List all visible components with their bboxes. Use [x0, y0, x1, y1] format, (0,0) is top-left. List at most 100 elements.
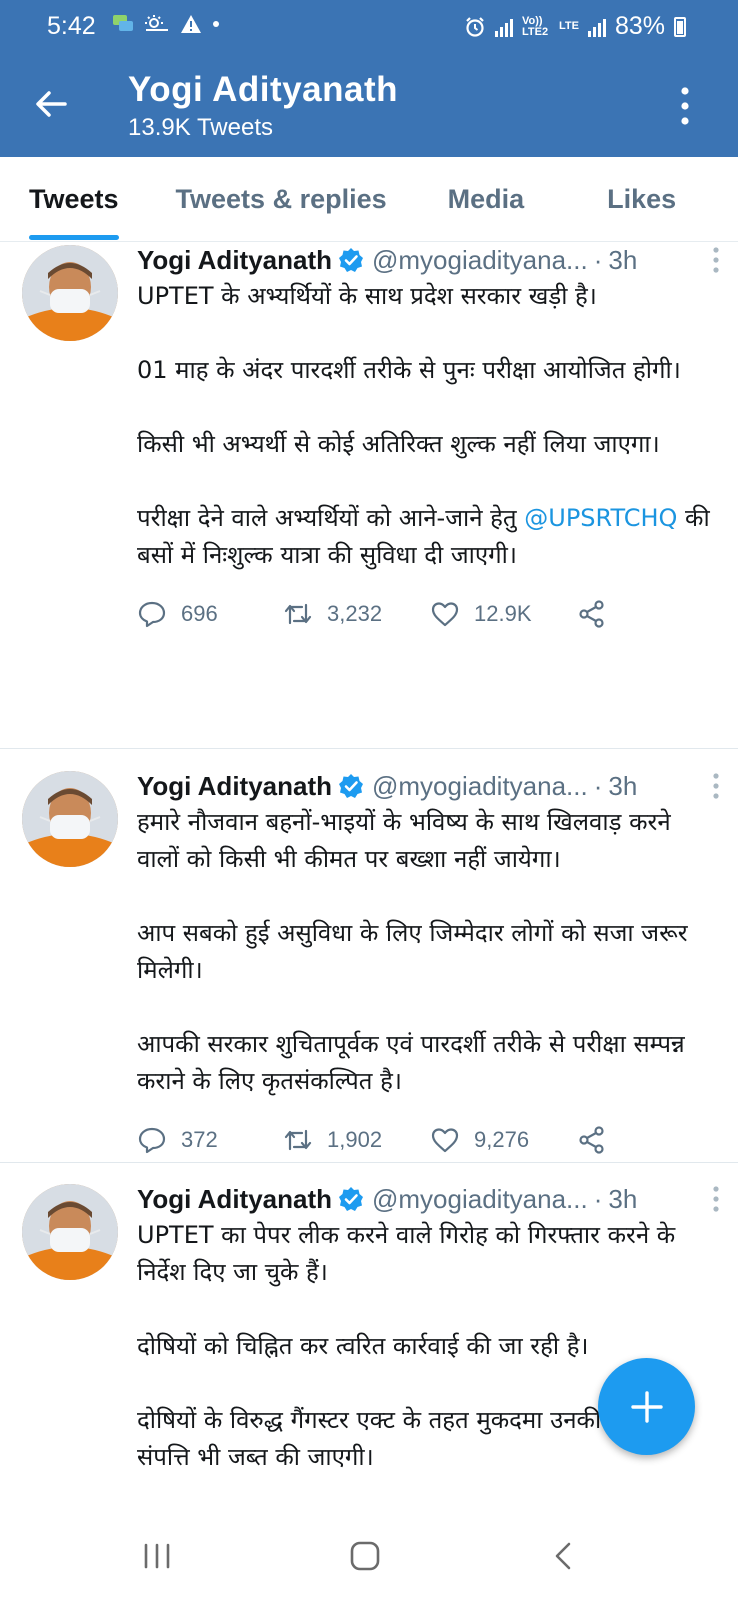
- tweet-text: UPTET के अभ्यर्थियों के साथ प्रदेश सरकार…: [137, 278, 714, 574]
- plus-icon: [630, 1390, 663, 1423]
- verified-badge-icon: [339, 1187, 363, 1211]
- status-notification-icons: [112, 14, 220, 34]
- more-vertical-icon[interactable]: [680, 86, 690, 126]
- recents-icon: [144, 1543, 170, 1569]
- avatar[interactable]: [22, 245, 118, 341]
- separator-dot: ·: [593, 1183, 603, 1214]
- alert-icon: [181, 15, 201, 33]
- signal-icon: [494, 17, 513, 37]
- tweet-paragraph: किसी भी अभ्यर्थी से कोई अतिरिक्त शुल्क न…: [137, 430, 660, 458]
- tweet-paragraph: परीक्षा देने वाले अभ्यर्थियों को आने-जान…: [137, 500, 714, 574]
- nav-recents-button[interactable]: [97, 1512, 217, 1600]
- tweet-paragraph: हमारे नौजवान बहनों-भाइयों के भविष्य के स…: [137, 808, 671, 873]
- tab-tweets[interactable]: Tweets: [29, 157, 119, 242]
- retweet-count: 1,902: [327, 1127, 383, 1152]
- verified-badge-icon: [339, 248, 363, 272]
- message-notification-icon: [113, 15, 133, 31]
- back-icon: [555, 1542, 571, 1570]
- tab-likes-label: Likes: [607, 184, 677, 214]
- tweet-body: Yogi Adityanath @myogiadityana... · 3h U…: [137, 242, 719, 646]
- tweet-count: 13.9K Tweets: [128, 114, 273, 141]
- separator-dot: ·: [593, 770, 603, 801]
- signal-icon-2: [587, 17, 606, 37]
- tweet-more-icon[interactable]: [712, 1185, 720, 1213]
- tweet-actions: 696 3,232 12.9K: [137, 582, 714, 646]
- tweet-paragraph: UPTET के अभ्यर्थियों के साथ प्रदेश सरकार…: [137, 282, 597, 310]
- tab-media[interactable]: Media: [448, 157, 525, 242]
- retweet-icon: [284, 1129, 312, 1151]
- tweet-paragraph: आप सबको हुई असुविधा के लिए जिम्मेदार लोग…: [137, 919, 688, 984]
- tweet-item[interactable]: Yogi Adityanath @myogiadityana... · 3h U…: [0, 242, 738, 749]
- tweet-author-handle[interactable]: @myogiadityana...: [372, 771, 588, 802]
- nav-home-button[interactable]: [305, 1512, 425, 1600]
- tab-active-indicator: [29, 235, 119, 240]
- share-icon: [579, 1126, 604, 1154]
- weather-icon: [145, 15, 168, 31]
- reply-button[interactable]: 696: [137, 599, 283, 629]
- volte-label: Vo)) LTE2: [521, 14, 549, 38]
- tweet-timestamp[interactable]: 3h: [608, 245, 637, 276]
- tweet-timestamp[interactable]: 3h: [608, 1184, 637, 1215]
- compose-tweet-button[interactable]: [598, 1358, 695, 1455]
- battery-percent: 83%: [614, 12, 665, 40]
- tweet-paragraph: दोषियों को चिह्नित कर त्वरित कार्रवाई की…: [137, 1332, 589, 1360]
- tweet-author-name[interactable]: Yogi Adityanath: [137, 245, 332, 276]
- share-button[interactable]: [577, 599, 621, 629]
- tweet-author-name[interactable]: Yogi Adityanath: [137, 1184, 332, 1215]
- like-button[interactable]: 9,276: [430, 1125, 577, 1155]
- avatar-image: [22, 771, 118, 867]
- retweet-count: 3,232: [327, 601, 383, 626]
- tab-tweets-replies[interactable]: Tweets & replies: [176, 157, 387, 242]
- battery-icon: [674, 16, 686, 37]
- tweet-paragraph: UPTET का पेपर लीक करने वाले गिरोह को गिर…: [137, 1221, 676, 1286]
- arrow-left-icon[interactable]: [33, 86, 69, 122]
- nav-back-button[interactable]: [503, 1512, 623, 1600]
- reply-icon: [138, 601, 166, 628]
- share-button[interactable]: [577, 1125, 621, 1155]
- like-button[interactable]: 12.9K: [430, 599, 577, 629]
- reply-icon: [138, 1127, 166, 1154]
- avatar-image: [22, 1184, 118, 1280]
- reply-button[interactable]: 372: [137, 1125, 283, 1155]
- tweet-item[interactable]: Yogi Adityanath @myogiadityana... · 3h U…: [0, 1163, 738, 1512]
- avatar[interactable]: [22, 771, 118, 867]
- tweet-item[interactable]: Yogi Adityanath @myogiadityana... · 3h ह…: [0, 749, 738, 1163]
- tab-likes[interactable]: Likes: [607, 157, 676, 242]
- tweet-text-fragment: परीक्षा देने वाले अभ्यर्थियों को आने-जान…: [137, 504, 525, 532]
- tweet-header: Yogi Adityanath @myogiadityana... · 3h: [137, 1181, 714, 1217]
- heart-icon: [431, 1128, 459, 1153]
- system-nav-bar: [0, 1512, 738, 1600]
- tweet-paragraph: 01 माह के अंदर पारदर्शी तरीके से पुनः पर…: [137, 356, 681, 384]
- avatar-image: [22, 245, 118, 341]
- tweet-header: Yogi Adityanath @myogiadityana... · 3h: [137, 242, 714, 278]
- profile-tabs: Tweets Tweets & replies Media Likes: [0, 157, 738, 242]
- tweet-more-icon[interactable]: [712, 772, 720, 800]
- tweet-author-handle[interactable]: @myogiadityana...: [372, 245, 588, 276]
- avatar[interactable]: [22, 1184, 118, 1280]
- heart-icon: [431, 602, 459, 627]
- home-icon: [350, 1541, 380, 1571]
- tweet-timestamp[interactable]: 3h: [608, 771, 637, 802]
- tweet-header: Yogi Adityanath @myogiadityana... · 3h: [137, 768, 714, 804]
- retweet-button[interactable]: 3,232: [283, 599, 430, 629]
- dot-icon: [213, 21, 219, 27]
- like-count: 9,276: [474, 1127, 530, 1152]
- profile-title: Yogi Adityanath: [128, 70, 398, 109]
- mention-link[interactable]: @UPSRTCHQ: [524, 504, 677, 532]
- retweet-button[interactable]: 1,902: [283, 1125, 430, 1155]
- retweet-icon: [284, 603, 312, 625]
- status-bar: 5:42 Vo)) LTE2 LTE 83%: [0, 0, 738, 58]
- separator-dot: ·: [593, 244, 603, 275]
- tweet-author-name[interactable]: Yogi Adityanath: [137, 771, 332, 802]
- lte-label: LTE: [558, 20, 579, 32]
- share-icon: [579, 600, 604, 628]
- reply-count: 372: [181, 1127, 218, 1152]
- tab-tweets-replies-label: Tweets & replies: [175, 184, 387, 214]
- tweet-feed[interactable]: Yogi Adityanath @myogiadityana... · 3h U…: [0, 242, 738, 1512]
- tweet-more-icon[interactable]: [712, 246, 720, 274]
- tweet-text: हमारे नौजवान बहनों-भाइयों के भविष्य के स…: [137, 804, 714, 1100]
- tweet-paragraph: आपकी सरकार शुचितापूर्वक एवं पारदर्शी तरी…: [137, 1030, 685, 1095]
- tweet-author-handle[interactable]: @myogiadityana...: [372, 1184, 588, 1215]
- tab-tweets-label: Tweets: [29, 184, 119, 214]
- status-time: 5:42: [47, 12, 96, 40]
